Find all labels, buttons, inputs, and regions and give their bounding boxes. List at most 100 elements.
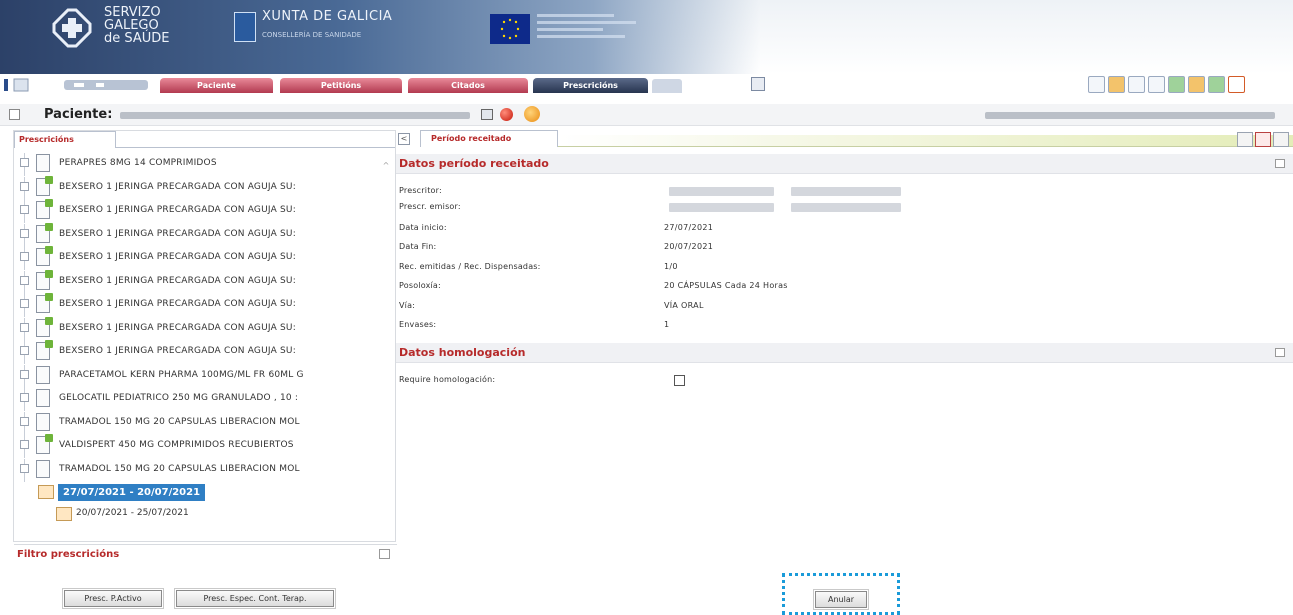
field-label: Prescritor: [399,186,442,195]
expand-icon[interactable] [20,369,29,379]
doc-green-icon [36,340,53,360]
prescriptions-panel: Prescricións PERAPRES 8MG 14 COMPRIMIDOS… [13,130,397,563]
tree-item-label: TRAMADOL 150 MG 20 CAPSULAS LIBERACION M… [59,416,300,427]
expand-icon[interactable] [20,440,29,449]
expand-icon[interactable] [20,205,29,214]
app-header: SERVIZO GALEGO de SAÚDE XUNTA DE GALICIA… [0,0,1293,74]
expand-icon[interactable] [20,275,29,285]
expand-icon[interactable] [20,346,29,355]
expand-icon[interactable] [20,299,29,308]
tree-item[interactable]: BEXSERO 1 JERINGA PRECARGADA CON AGUJA S… [14,316,378,341]
period-label-selected: 27/07/2021 - 20/07/2021 [58,484,206,501]
field-row: Prescritor: [399,184,1279,200]
tree-item[interactable]: BEXSERO 1 JERINGA PRECARGADA CON AGUJA S… [14,246,378,270]
tab-extra[interactable] [652,79,682,93]
doc-icon [36,459,50,478]
tree-item-label: BEXSERO 1 JERINGA PRECARGADA CON AGUJA S… [59,275,296,286]
field-value: 1/0 [664,262,678,271]
notes-icon[interactable] [1148,76,1165,93]
patient-label: Paciente: [44,107,113,122]
expand-icon[interactable] [20,228,29,238]
tab-peticions[interactable]: Petitións [280,78,402,93]
calendar-icon[interactable] [1128,76,1145,93]
tab-periodo-receitado[interactable]: Período receitado [420,130,558,147]
tree-item[interactable]: BEXSERO 1 JERINGA PRECARGADA CON AGUJA S… [14,199,378,223]
panel-tools [1237,132,1289,147]
doc-icon [36,412,50,431]
tree-item[interactable]: TRAMADOL 150 MG 20 CAPSULAS LIBERACION M… [14,411,378,435]
tree-item[interactable]: BEXSERO 1 JERINGA PRECARGADA CON AGUJA S… [14,222,378,247]
expand-icon[interactable] [20,158,29,167]
users-icon[interactable] [1168,76,1185,93]
tree-item[interactable]: PERAPRES 8MG 14 COMPRIMIDOS [14,153,378,176]
field-value: 20/07/2021 [664,242,714,251]
expand-icon[interactable] [20,393,29,402]
xunta-subtitle: CONSELLERÍA DE SANIDADE [262,31,362,39]
tree-item[interactable]: VALDISPERT 450 MG COMPRIMIDOS RECUBIERTO… [14,434,378,458]
period-panel: < Período receitado Datos período receit… [396,130,1293,542]
expand-icon[interactable] [20,181,29,191]
alert-red-icon[interactable] [500,108,513,121]
print-icon[interactable] [1237,132,1253,147]
calculator-icon[interactable] [751,77,765,91]
field-row: Data Fin: 20/07/2021 [399,240,1279,256]
period-item[interactable]: 27/07/2021 - 20/07/2021 [22,482,352,504]
tree-item[interactable]: PARACETAMOL KERN PHARMA 100MG/ML FR 60ML… [14,364,378,388]
patient-info-redacted [120,112,470,119]
tab-citados[interactable]: Citados [408,78,528,93]
collapse-left-button[interactable]: < [398,133,410,145]
tree-item-label: BEXSERO 1 JERINGA PRECARGADA CON AGUJA S… [59,181,296,192]
tab-paciente[interactable]: Paciente [160,78,273,93]
focus-highlight [782,573,900,615]
doc-icon [36,154,50,172]
tree-item-label: BEXSERO 1 JERINGA PRECARGADA CON AGUJA S… [59,205,296,215]
tree-item-label: TRAMADOL 150 MG 20 CAPSULAS LIBERACION M… [59,463,300,474]
sergas-logo [52,8,92,48]
tree-item[interactable]: GELOCATIL PEDIATRICO 250 MG GRANULADO , … [14,388,378,411]
pdf-icon[interactable] [1255,132,1271,147]
alert-orange-icon[interactable] [524,106,540,122]
homolog-label: Require homologación: [399,375,496,384]
tree-scrollbar[interactable]: ^ [381,161,391,521]
presc-espec-button[interactable]: Presc. Espec. Cont. Terap. [174,588,336,609]
power-icon[interactable] [1228,76,1245,93]
patient-checkbox[interactable] [9,109,20,120]
tree-item[interactable]: BEXSERO 1 JERINGA PRECARGADA CON AGUJA S… [14,293,378,317]
expand-icon[interactable] [20,252,29,261]
list-icon[interactable] [481,109,493,120]
filter-toggle-icon[interactable] [379,549,390,559]
folder-icon[interactable] [1188,76,1205,93]
expand-icon[interactable] [20,416,29,426]
homolog-row: Require homologación: [399,373,1279,389]
period-item[interactable]: 20/07/2021 - 25/07/2021 [32,504,362,526]
user-icon[interactable] [1208,76,1225,93]
eu-funding-text [537,14,647,44]
redacted-value [669,187,774,196]
user-info-redacted [985,112,1275,119]
scroll-up-icon[interactable]: ^ [381,161,391,171]
section-toggle-icon[interactable] [1275,159,1285,168]
filter-header[interactable]: Filtro prescricións [14,544,397,563]
homolog-checkbox[interactable] [674,375,685,386]
tree-item[interactable]: BEXSERO 1 JERINGA PRECARGADA CON AGUJA S… [14,175,378,200]
field-row: Envases: 1 [399,318,1279,334]
export-icon[interactable] [1273,132,1289,147]
tab-prescricions[interactable]: Prescricións [533,78,648,93]
redacted-value [669,203,774,212]
doc-icon [36,365,50,384]
calendar-icon [38,485,54,499]
tab-prescricions-list[interactable]: Prescricións [14,131,116,148]
field-value: 27/07/2021 [664,223,714,232]
field-label: Vía: [399,301,416,310]
document-icon[interactable] [1088,76,1105,93]
section-toggle-icon[interactable] [1275,348,1285,357]
tree-item[interactable]: BEXSERO 1 JERINGA PRECARGADA CON AGUJA S… [14,269,378,294]
nav-controls[interactable] [2,78,150,92]
report-icon[interactable] [1108,76,1125,93]
expand-icon[interactable] [20,463,29,473]
expand-icon[interactable] [20,322,29,332]
tree-item[interactable]: BEXSERO 1 JERINGA PRECARGADA CON AGUJA S… [14,340,378,364]
field-label: Rec. emitidas / Rec. Dispensadas: [399,262,541,271]
presc-pactivo-button[interactable]: Presc. P.Activo [62,588,164,609]
tree-item[interactable]: TRAMADOL 150 MG 20 CAPSULAS LIBERACION M… [14,458,378,482]
